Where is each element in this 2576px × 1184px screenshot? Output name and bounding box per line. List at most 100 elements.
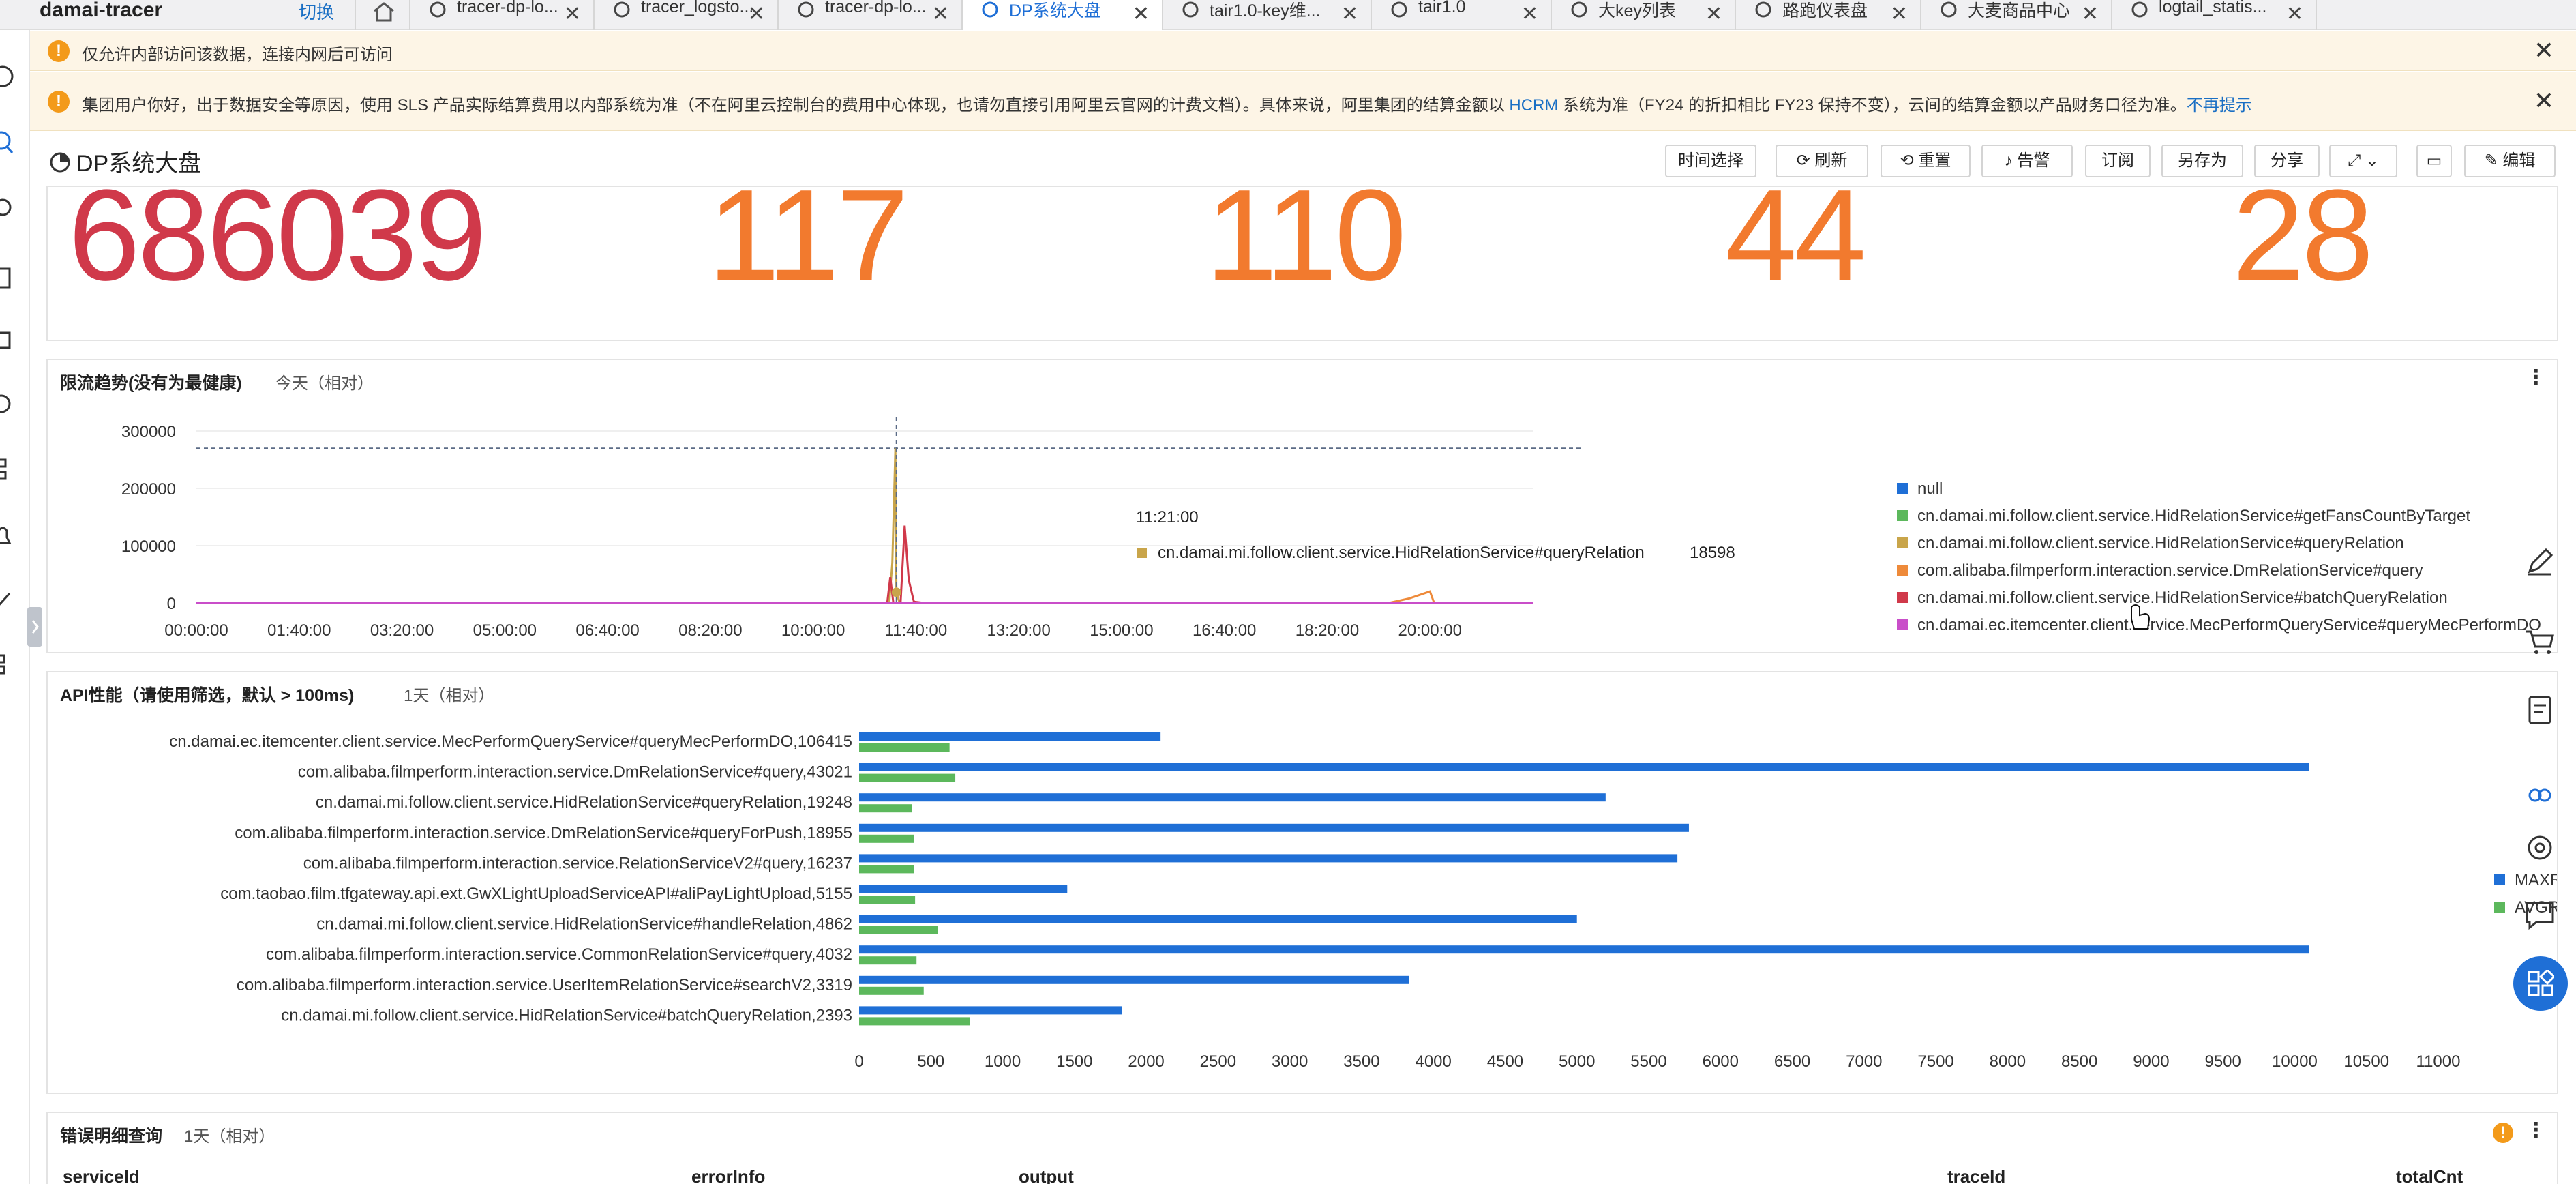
bar-maxrt[interactable] xyxy=(859,1006,1122,1015)
tab[interactable]: tracer-dp-lo... ✕ xyxy=(779,0,963,30)
edit-button[interactable]: ✎ 编辑 xyxy=(2464,145,2556,177)
link-icon[interactable] xyxy=(2520,775,2560,814)
flow-icon[interactable] xyxy=(0,456,16,483)
api-performance-chart[interactable]: cn.damai.ec.itemcenter.client.service.Me… xyxy=(48,713,2557,1093)
bar-maxrt[interactable] xyxy=(859,975,1409,984)
tab[interactable]: logtail_statis... ✕ xyxy=(2112,0,2317,30)
close-icon[interactable]: ✕ xyxy=(1521,4,1538,25)
tab[interactable]: tair1.0 ✕ xyxy=(1372,0,1552,30)
bar-avgrt[interactable] xyxy=(859,773,956,782)
more-icon[interactable]: ⋮ xyxy=(2526,366,2546,389)
pencil-icon[interactable] xyxy=(2520,542,2560,581)
panel-time-range[interactable]: 1天（相对） xyxy=(184,1123,275,1146)
circle-icon[interactable] xyxy=(0,63,16,90)
column-header[interactable]: output xyxy=(1019,1166,1074,1184)
bar-maxrt[interactable] xyxy=(859,885,1068,893)
close-icon[interactable]: ✕ xyxy=(932,4,949,25)
bar-avgrt[interactable] xyxy=(859,865,914,874)
x-tick-label: 3000 xyxy=(1272,1052,1308,1071)
close-icon[interactable]: ✕ xyxy=(1891,4,1908,25)
hcrm-link[interactable]: HCRM xyxy=(1509,96,1558,115)
subscribe-button[interactable]: 订阅 xyxy=(2085,145,2151,177)
bar-avgrt[interactable] xyxy=(859,804,912,813)
tab-label: 大麦商品中心 xyxy=(1968,1,2071,20)
settings-icon[interactable] xyxy=(0,194,16,221)
close-icon[interactable]: ✕ xyxy=(2286,4,2303,25)
bar-maxrt[interactable] xyxy=(859,732,1161,741)
legend-label[interactable]: null xyxy=(1917,479,1943,498)
home-tab[interactable] xyxy=(355,0,410,30)
legend-label[interactable]: MAXRT xyxy=(2515,871,2557,889)
column-header[interactable]: serviceId xyxy=(63,1166,140,1184)
series-line[interactable] xyxy=(1388,590,1435,604)
chat-icon[interactable] xyxy=(2520,895,2560,934)
sidebar-expand-handle[interactable] xyxy=(27,607,44,648)
bell-icon[interactable] xyxy=(0,522,16,550)
legend-label[interactable]: com.alibaba.filmperform.interaction.serv… xyxy=(1917,561,2423,580)
bar-avgrt[interactable] xyxy=(859,896,916,904)
series-line[interactable] xyxy=(875,448,916,604)
fullscreen-button[interactable]: ⤢ ⌄ xyxy=(2329,145,2397,177)
document-icon[interactable] xyxy=(0,265,16,292)
limit-trend-chart[interactable]: 0 100000 200000 300000 00:00:00 01:40:00 03:20… xyxy=(48,394,2557,653)
bar-maxrt[interactable] xyxy=(859,854,1678,863)
bar-avgrt[interactable] xyxy=(859,956,917,965)
close-icon[interactable]: ✕ xyxy=(2082,4,2099,25)
close-icon[interactable]: ✕ xyxy=(748,4,765,25)
alert-button[interactable]: ♪ 告警 xyxy=(1981,145,2073,177)
tab-label: tracer-dp-lo... xyxy=(825,0,927,16)
more-icon[interactable]: ⋮ xyxy=(2526,1119,2546,1142)
bar-avgrt[interactable] xyxy=(859,926,938,934)
refresh-button[interactable]: ⟳ 刷新 xyxy=(1776,145,1868,177)
close-icon[interactable]: ✕ xyxy=(1341,4,1358,25)
document-icon[interactable] xyxy=(2520,690,2560,730)
panel-time-range[interactable]: 今天（相对） xyxy=(275,370,374,394)
bar-maxrt[interactable] xyxy=(859,763,2309,771)
legend-label[interactable]: cn.damai.mi.follow.client.service.HidRel… xyxy=(1917,507,2470,525)
close-icon[interactable]: ✕ xyxy=(2534,38,2554,63)
bar-maxrt[interactable] xyxy=(859,793,1606,802)
tab[interactable]: tracer_logsto... ✕ xyxy=(595,0,779,30)
tab[interactable]: DP系统大盘 ✕ xyxy=(963,0,1163,30)
chart-icon[interactable] xyxy=(0,390,16,417)
comment-button[interactable]: ▭ xyxy=(2416,145,2452,177)
legend-label[interactable]: cn.damai.mi.follow.client.service.HidRel… xyxy=(1917,589,2448,607)
column-header[interactable]: traceId xyxy=(1947,1166,2005,1184)
apps-button[interactable] xyxy=(2513,956,2568,1011)
column-header[interactable]: errorInfo xyxy=(691,1166,765,1184)
close-icon[interactable]: ✕ xyxy=(1705,4,1722,25)
search-icon[interactable] xyxy=(0,130,16,157)
time-select-button[interactable]: 时间选择 xyxy=(1665,145,1756,177)
gear-icon[interactable] xyxy=(2520,828,2560,868)
tab[interactable]: 大key列表 ✕ xyxy=(1552,0,1736,30)
dismiss-link[interactable]: 不再提示 xyxy=(2187,96,2252,115)
tab[interactable]: tracer-dp-lo... ✕ xyxy=(410,0,595,30)
cart-icon[interactable] xyxy=(2520,622,2560,662)
close-icon[interactable]: ✕ xyxy=(564,4,581,25)
close-icon[interactable]: ✕ xyxy=(1133,4,1150,25)
bar-avgrt[interactable] xyxy=(859,743,950,752)
tab[interactable]: tair1.0-key维... ✕ xyxy=(1163,0,1372,30)
share-button[interactable]: 分享 xyxy=(2254,145,2320,177)
archive-icon[interactable] xyxy=(0,326,16,353)
column-header[interactable]: totalCnt xyxy=(2396,1166,2463,1184)
reset-button[interactable]: ⟲ 重置 xyxy=(1881,145,1971,177)
bar-maxrt[interactable] xyxy=(859,823,1689,832)
bar-maxrt[interactable] xyxy=(859,945,2309,954)
bar-maxrt[interactable] xyxy=(859,915,1577,923)
bar-avgrt[interactable] xyxy=(859,986,924,995)
bar-avgrt[interactable] xyxy=(859,1017,970,1026)
grid-icon[interactable] xyxy=(0,651,16,679)
target-icon xyxy=(796,1,815,25)
panel-time-range[interactable]: 1天（相对） xyxy=(404,682,494,706)
close-icon[interactable]: ✕ xyxy=(2534,89,2554,113)
legend-label[interactable]: cn.damai.mi.follow.client.service.HidRel… xyxy=(1917,534,2404,552)
tool-icon[interactable] xyxy=(0,587,16,614)
warning-icon[interactable]: ! xyxy=(2493,1123,2513,1143)
legend-label[interactable]: cn.damai.ec.itemcenter.client.service.Me… xyxy=(1917,616,2541,634)
tab[interactable]: 路跑仪表盘 ✕ xyxy=(1736,0,1921,30)
save-as-button[interactable]: 另存为 xyxy=(2161,145,2243,177)
tab[interactable]: 大麦商品中心 ✕ xyxy=(1921,0,2112,30)
bar-avgrt[interactable] xyxy=(859,834,914,843)
switch-project-link[interactable]: 切换 xyxy=(299,0,334,24)
